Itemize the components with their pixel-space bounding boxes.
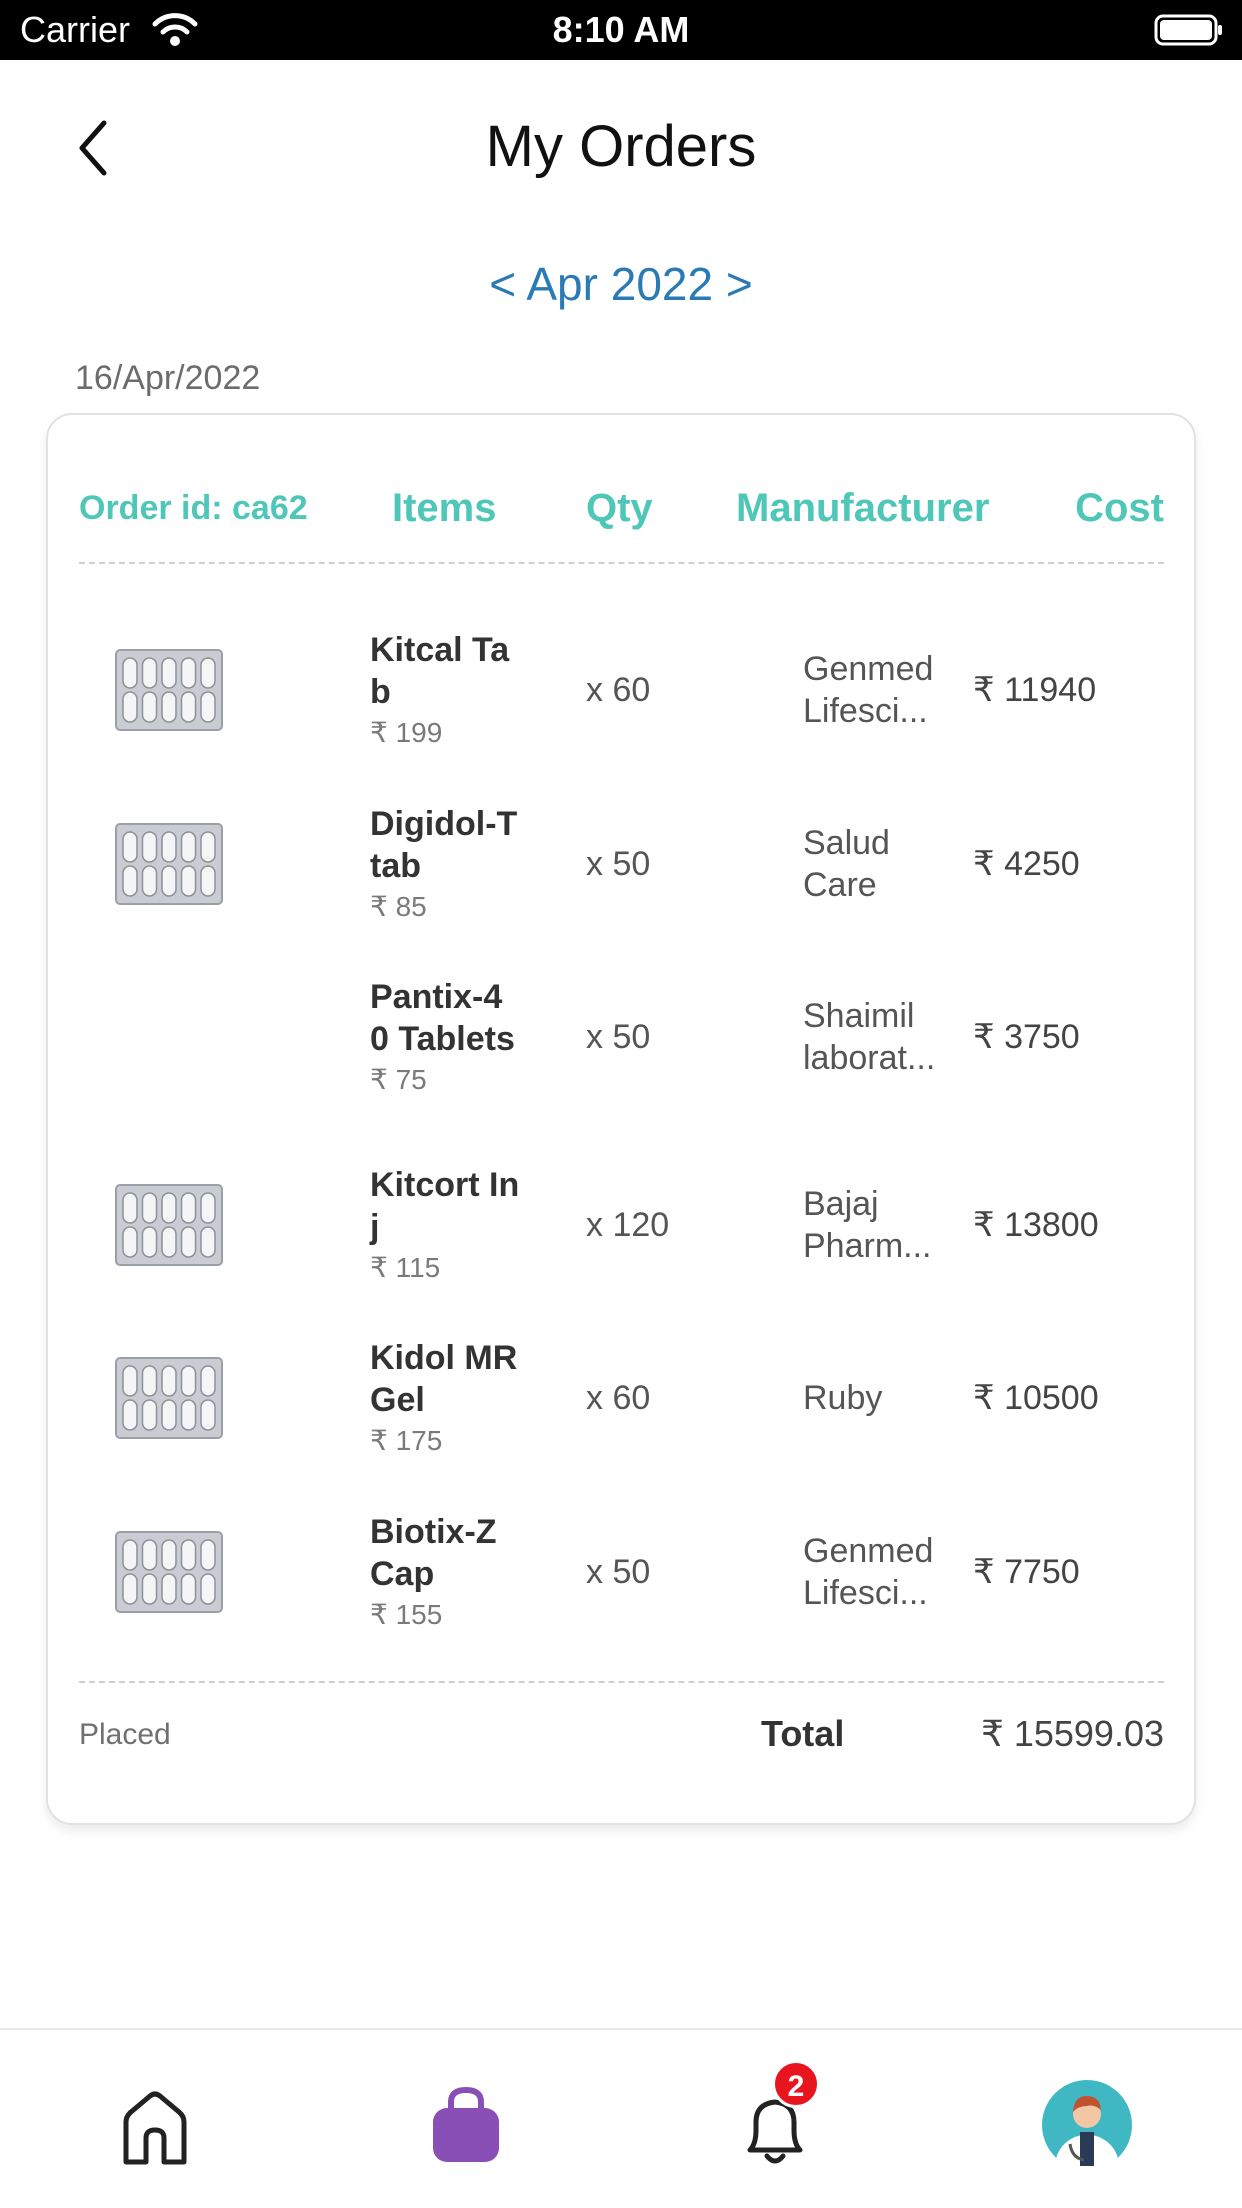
manufacturer-line-1: Genmed	[803, 1532, 934, 1570]
item-qty: x 50	[586, 845, 651, 883]
medicine-strip-image	[114, 648, 224, 732]
item-qty: x 60	[586, 1379, 651, 1417]
item-qty: x 50	[586, 1553, 651, 1591]
order-item-row[interactable]: Pantix-40 Tablets ₹ 75 x 50 Shaimil laborat.…	[48, 962, 1194, 1112]
order-id: Order id: ca62	[79, 489, 308, 527]
status-bar: Carrier 8:10 AM	[0, 0, 1242, 60]
item-unit-price: ₹ 175	[370, 1425, 443, 1456]
order-table-header: Order id: ca62 Items Qty Manufacturer Co…	[48, 483, 1194, 533]
order-card[interactable]: Order id: ca62 Items Qty Manufacturer Co…	[46, 413, 1196, 1825]
item-qty: x 120	[586, 1206, 670, 1244]
item-name: Kitcal Tab ₹ 199	[370, 629, 520, 751]
item-cost: ₹ 3750	[973, 1018, 1080, 1056]
divider	[79, 1681, 1164, 1683]
medicine-strip-image	[114, 1183, 224, 1267]
item-name: Kidol MR Gel ₹ 175	[370, 1337, 520, 1459]
item-manufacturer: Salud Care	[803, 822, 943, 906]
medicine-strip-image	[114, 1530, 224, 1614]
total-label: Total	[761, 1713, 845, 1754]
tab-notifications[interactable]: 2	[720, 2060, 830, 2180]
tab-home[interactable]	[100, 2070, 210, 2180]
column-header-qty: Qty	[586, 486, 653, 530]
item-name-text: Pantix-40 Tablets	[370, 978, 515, 1058]
item-name: Kitcort Inj ₹ 115	[370, 1164, 520, 1286]
month-navigator: < Apr 2022 >	[0, 254, 1242, 314]
home-icon	[123, 2091, 187, 2165]
item-name: Biotix-Z Cap ₹ 155	[370, 1511, 520, 1633]
item-name-text: Kidol MR Gel	[370, 1339, 518, 1419]
order-status: Placed	[79, 1718, 171, 1751]
manufacturer-line-1: Ruby	[803, 1379, 883, 1417]
column-header-cost: Cost	[1075, 486, 1164, 530]
manufacturer-line-1: Shaimil	[803, 997, 915, 1035]
page-title: My Orders	[485, 114, 757, 179]
item-manufacturer: Ruby	[803, 1377, 943, 1419]
order-item-row[interactable]: Kidol MR Gel ₹ 175 x 60 Ruby ₹ 10500	[48, 1323, 1194, 1473]
item-cost: ₹ 10500	[973, 1379, 1099, 1417]
item-cost: ₹ 13800	[973, 1206, 1099, 1244]
order-item-row[interactable]: Biotix-Z Cap ₹ 155 x 50 Genmed Lifesci... ₹ 7…	[48, 1497, 1194, 1647]
order-item-row[interactable]: Digidol-T tab ₹ 85 x 50 Salud Care ₹ 4250	[48, 789, 1194, 939]
manufacturer-line-2: Lifesci...	[803, 1574, 928, 1612]
manufacturer-line-2: Pharm...	[803, 1227, 932, 1265]
manufacturer-line-2: laborat...	[803, 1039, 936, 1077]
item-name: Digidol-T tab ₹ 85	[370, 803, 520, 925]
item-name-text: Kitcort Inj	[370, 1166, 520, 1246]
item-name-text: Digidol-T tab	[370, 805, 518, 885]
manufacturer-line-2: Lifesci...	[803, 692, 928, 730]
item-manufacturer: Bajaj Pharm...	[803, 1183, 943, 1267]
clock-time: 8:10 AM	[552, 9, 690, 50]
item-unit-price: ₹ 155	[370, 1599, 443, 1630]
item-qty: x 60	[586, 671, 651, 709]
manufacturer-line-1: Salud	[803, 824, 890, 862]
manufacturer-line-2: Care	[803, 866, 877, 904]
bottom-tab-bar: 2	[0, 2028, 1242, 2208]
item-unit-price: ₹ 115	[370, 1252, 441, 1283]
item-manufacturer: Genmed Lifesci...	[803, 1530, 943, 1614]
order-date: 16/Apr/2022	[75, 359, 261, 397]
medicine-strip-image	[114, 822, 224, 906]
item-name-text: Biotix-Z Cap	[370, 1513, 497, 1593]
tab-profile[interactable]	[1032, 2070, 1142, 2180]
item-cost: ₹ 4250	[973, 845, 1080, 883]
next-month-button[interactable]: >	[726, 258, 753, 310]
manufacturer-line-1: Bajaj	[803, 1185, 879, 1223]
notification-badge: 2	[772, 2060, 820, 2108]
item-unit-price: ₹ 75	[370, 1064, 427, 1095]
prev-month-button[interactable]: <	[489, 258, 516, 310]
item-cost: ₹ 7750	[973, 1553, 1080, 1591]
manufacturer-line-1: Genmed	[803, 650, 934, 688]
column-header-manufacturer: Manufacturer	[736, 486, 990, 530]
shopping-bag-icon	[433, 2086, 499, 2162]
battery-icon	[1154, 14, 1222, 46]
item-manufacturer: Shaimil laborat...	[803, 995, 943, 1079]
item-cost: ₹ 11940	[973, 671, 1097, 709]
medicine-strip-image	[114, 1356, 224, 1440]
item-manufacturer: Genmed Lifesci...	[803, 648, 943, 732]
item-name-text: Kitcal Tab	[370, 631, 510, 711]
item-unit-price: ₹ 85	[370, 891, 427, 922]
current-month-label: Apr 2022	[526, 258, 714, 310]
order-item-row[interactable]: Kitcort Inj ₹ 115 x 120 Bajaj Pharm... ₹ 1380…	[48, 1150, 1194, 1300]
item-unit-price: ₹ 199	[370, 717, 443, 748]
divider	[79, 562, 1164, 564]
order-item-row[interactable]: Kitcal Tab ₹ 199 x 60 Genmed Lifesci... ₹ 119…	[48, 615, 1194, 765]
column-header-items: Items	[392, 486, 497, 530]
tab-orders[interactable]	[411, 2070, 521, 2180]
item-qty: x 50	[586, 1018, 651, 1056]
total-value: ₹ 15599.03	[980, 1713, 1164, 1754]
item-name: Pantix-40 Tablets ₹ 75	[370, 976, 520, 1098]
doctor-avatar-icon	[1042, 2080, 1132, 2170]
